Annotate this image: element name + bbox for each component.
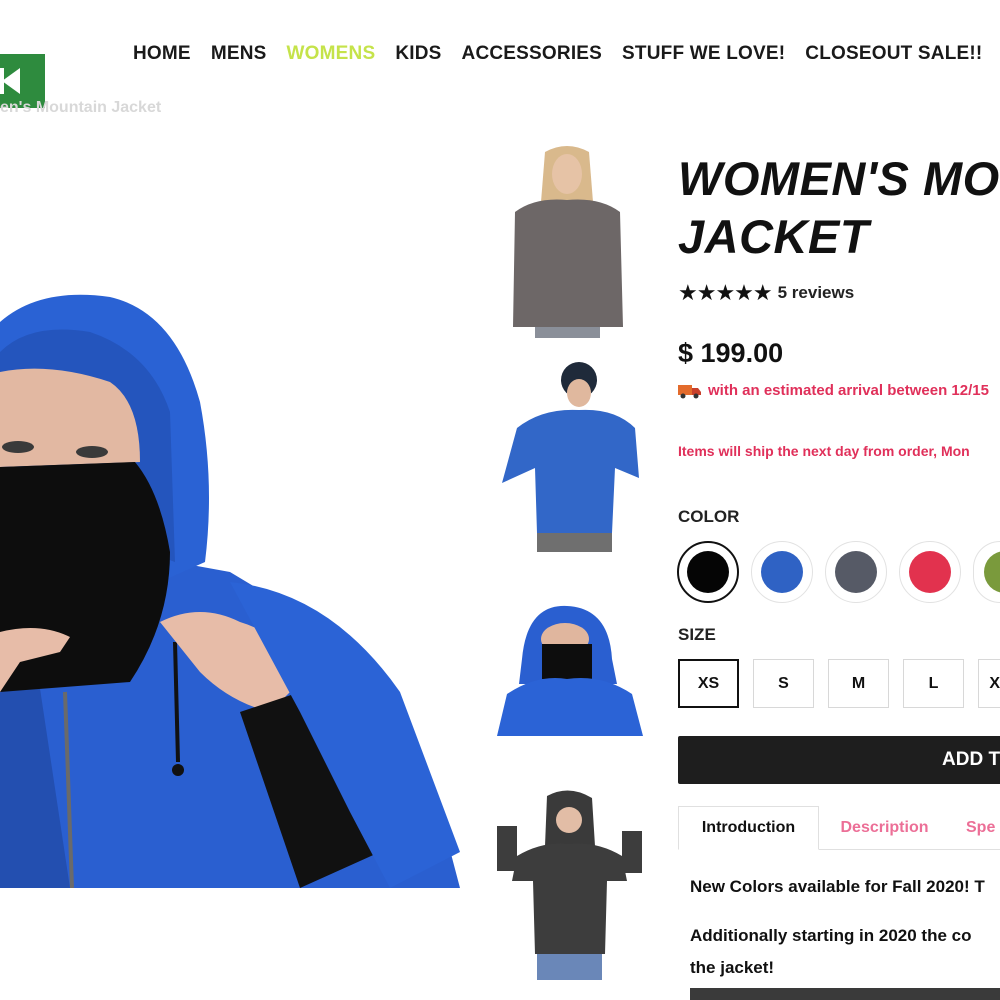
breadcrumb: en's Mountain Jacket [0, 99, 162, 116]
color-swatch-olive[interactable] [973, 541, 1000, 603]
nav-accessories[interactable]: ACCESSORIES [462, 43, 603, 65]
truck-icon [678, 384, 701, 398]
product-rating[interactable]: ★★★★★ 5 reviews [678, 280, 854, 306]
nav-womens[interactable]: WOMENS [287, 43, 376, 65]
size-xs-button[interactable]: XS [678, 659, 739, 708]
rating-stars-icon: ★★★★★ [678, 280, 773, 305]
nav-kids[interactable]: KIDS [395, 43, 441, 65]
color-label: COLOR [678, 507, 740, 526]
size-s-button[interactable]: S [753, 659, 814, 708]
content-bottom-bar [690, 988, 1000, 1000]
tab-specifications[interactable]: Spe [966, 806, 1000, 850]
intro-line-2: Additionally starting in 2020 the co [690, 926, 972, 945]
product-title-line1: WOMEN'S MO [678, 152, 1000, 205]
thumb-photo-grey [505, 142, 630, 338]
product-title: WOMEN'S MO JACKET [678, 150, 1000, 266]
color-swatch-charcoal[interactable] [825, 541, 887, 603]
product-title-line2: JACKET [678, 210, 870, 263]
color-dot [835, 551, 877, 593]
color-swatch-red[interactable] [899, 541, 961, 603]
size-l-button[interactable]: L [903, 659, 964, 708]
intro-line-3: the jacket! [690, 958, 775, 977]
logo-arrow-icon [2, 68, 20, 94]
thumb-photo-black [497, 786, 643, 980]
color-dot [984, 551, 1000, 593]
add-to-cart-button[interactable]: ADD T [678, 736, 1000, 784]
color-swatch-blue[interactable] [751, 541, 813, 603]
shipping-estimate: with an estimated arrival between 12/15 [678, 382, 989, 399]
nav-stuff-we-love[interactable]: STUFF WE LOVE! [622, 43, 785, 65]
thumbnail-grey-jacket[interactable] [505, 142, 630, 338]
thumbnail-blue-jacket-hood[interactable] [497, 604, 643, 736]
thumb-photo-hood [497, 604, 643, 736]
shipping-note: Items will ship the next day from order,… [678, 443, 970, 459]
nav-mens[interactable]: MENS [211, 43, 267, 65]
size-label: SIZE [678, 625, 716, 644]
main-product-image[interactable] [0, 292, 460, 888]
product-price: $ 199.00 [678, 338, 784, 368]
nav-closeout-sale[interactable]: CLOSEOUT SALE!! [805, 43, 982, 65]
thumbnail-blue-jacket[interactable] [497, 358, 643, 552]
size-m-button[interactable]: M [828, 659, 889, 708]
tab-introduction[interactable]: Introduction [678, 806, 819, 850]
intro-line-1: New Colors available for Fall 2020! T [690, 877, 985, 896]
nav-home[interactable]: HOME [133, 43, 191, 65]
shipping-estimate-text: with an estimated arrival between 12/15 [708, 382, 989, 399]
thumbnail-black-jacket[interactable] [497, 786, 643, 980]
review-count-link[interactable]: 5 reviews [778, 283, 855, 303]
main-nav: HOME MENS WOMENS KIDS ACCESSORIES STUFF … [133, 43, 1000, 65]
color-dot [761, 551, 803, 593]
color-dot [909, 551, 951, 593]
thumb-photo-blue [497, 358, 643, 552]
product-photo-blue-jacket [0, 292, 460, 888]
color-dot [687, 551, 729, 593]
tab-description[interactable]: Description [827, 806, 942, 850]
size-xl-button[interactable]: X [978, 659, 1000, 708]
color-swatch-black[interactable] [677, 541, 739, 603]
